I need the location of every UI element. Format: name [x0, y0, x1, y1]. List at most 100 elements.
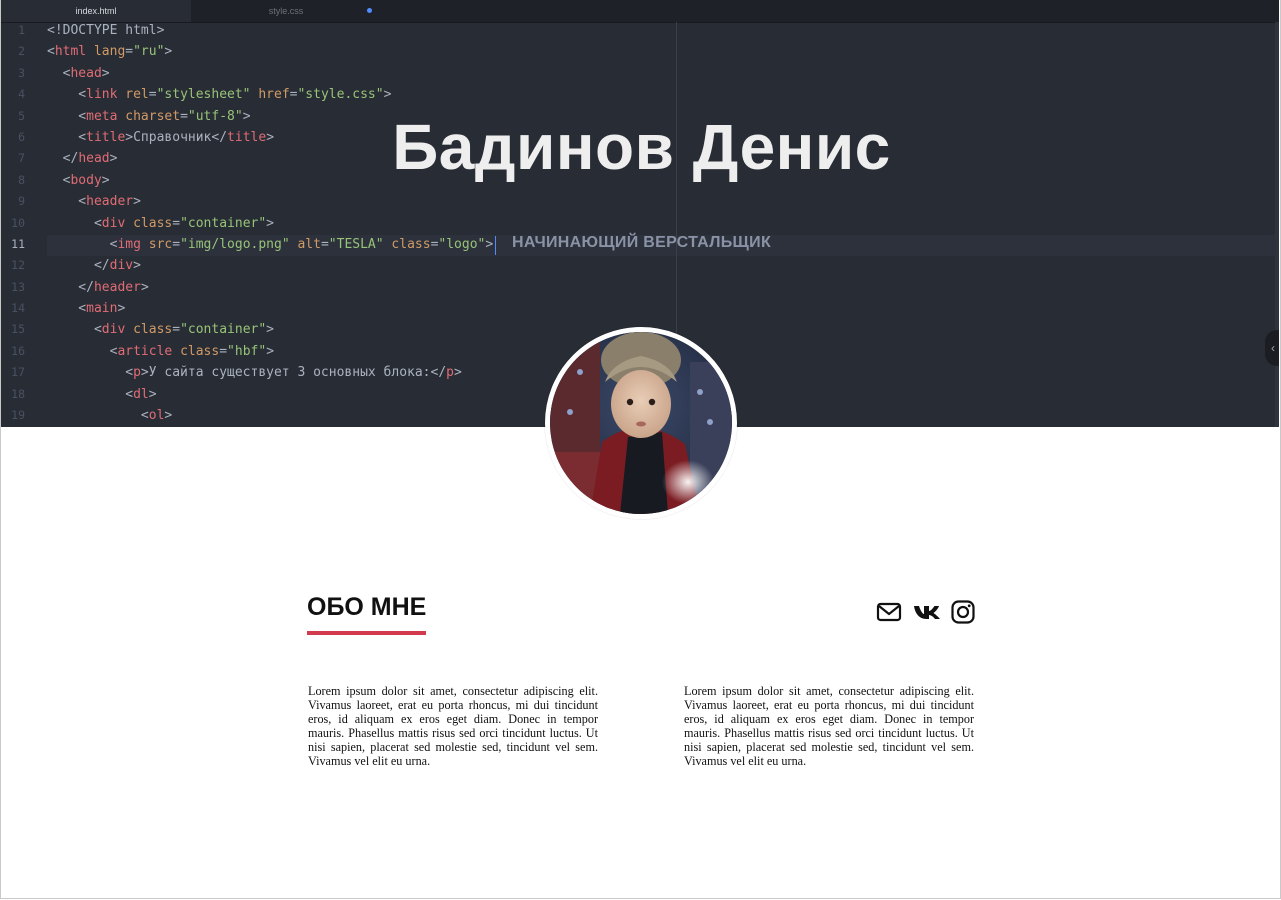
- line-number: 14: [11, 301, 25, 316]
- code-token: class: [133, 215, 173, 231]
- code-token: "container": [180, 322, 267, 338]
- code-token: У сайта существует 3 основных блока:: [148, 365, 431, 381]
- code-token: dl: [133, 386, 149, 402]
- line-number: 4: [18, 87, 25, 102]
- code-token: <: [47, 301, 87, 317]
- code-token: </: [47, 279, 94, 295]
- code-text: <html lang="ru">: [47, 41, 172, 62]
- code-token: >: [133, 194, 141, 210]
- child-photo-avatar: [550, 332, 732, 514]
- about-title: ОБО МНЕ: [307, 591, 427, 635]
- code-token: </: [47, 258, 110, 274]
- code-token: "container": [180, 215, 267, 231]
- code-line[interactable]: 4 <link rel="stylesheet" href="style.css…: [1, 84, 1279, 105]
- code-token: link: [86, 87, 118, 103]
- line-number: 18: [11, 386, 25, 401]
- line-number: 9: [18, 194, 25, 209]
- about-text-left: Lorem ipsum dolor sit amet, consectetur …: [308, 684, 598, 768]
- code-token: rel: [125, 87, 149, 103]
- code-token: >: [383, 87, 392, 103]
- code-token: <!DOCTYPE html>: [47, 23, 165, 38]
- line-number: 3: [18, 65, 25, 80]
- line-number: 10: [11, 215, 25, 230]
- code-token: >: [454, 365, 462, 381]
- code-token: div: [109, 258, 134, 274]
- code-token: <: [47, 87, 87, 103]
- code-token: =: [219, 343, 228, 359]
- code-token: div: [101, 322, 126, 338]
- code-token: <: [47, 322, 102, 338]
- code-line[interactable]: 2 <html lang="ru">: [1, 41, 1279, 62]
- editor-scrollbar[interactable]: [1275, 22, 1279, 427]
- code-token: >: [140, 279, 149, 295]
- about-text-right: Lorem ipsum dolor sit amet, consectetur …: [684, 684, 974, 768]
- code-token: <: [47, 194, 87, 210]
- code-token: >: [140, 365, 149, 381]
- code-token: html: [54, 44, 87, 60]
- code-text: <header>: [47, 191, 141, 212]
- vk-icon[interactable]: [913, 599, 940, 625]
- line-number: 1: [18, 23, 25, 37]
- hero-subtitle: НАЧИНАЮЩИЙ ВЕРСТАЛЬЩИК: [511, 234, 772, 251]
- line-number: 12: [11, 258, 25, 273]
- code-line[interactable]: 13 </header>: [1, 277, 1279, 298]
- chevron-left-icon[interactable]: ‹: [1265, 330, 1279, 366]
- code-token: <: [47, 215, 102, 231]
- modified-dot-icon: [367, 8, 372, 13]
- code-token: <: [47, 343, 118, 359]
- code-token: =: [148, 87, 157, 103]
- tab-style-css[interactable]: style.css: [192, 0, 380, 22]
- code-token: "ru": [133, 44, 165, 60]
- code-token: >: [164, 44, 173, 60]
- tab-index-html[interactable]: index.html: [1, 0, 191, 22]
- code-text: <ol>: [47, 405, 172, 426]
- code-text: <head>: [47, 63, 110, 84]
- line-number: 15: [11, 322, 25, 337]
- code-token: ol: [148, 408, 165, 424]
- code-line[interactable]: 14 <main>: [1, 298, 1279, 319]
- code-text: <main>: [47, 298, 125, 319]
- instagram-icon[interactable]: [950, 599, 976, 625]
- code-text: <!DOCTYPE html>: [47, 20, 164, 41]
- code-line[interactable]: 12 </div>: [1, 255, 1279, 276]
- hero-name: Бадинов Денис: [392, 111, 891, 183]
- code-token: >: [101, 65, 110, 81]
- code-text: <article class="hbf">: [47, 341, 274, 362]
- code-text: <dl>: [47, 384, 157, 405]
- code-token: >: [148, 386, 157, 402]
- line-number: 13: [11, 279, 25, 294]
- tab-label: style.css: [268, 6, 304, 16]
- code-text: </div>: [47, 255, 141, 276]
- code-token: >: [266, 215, 274, 231]
- code-token: header: [86, 194, 134, 210]
- code-token: "hbf": [227, 343, 267, 359]
- code-token: <: [47, 365, 134, 381]
- code-token: "style.css": [297, 87, 384, 103]
- code-token: lang: [93, 44, 126, 60]
- mail-icon[interactable]: [876, 599, 902, 625]
- code-token: >: [117, 301, 126, 317]
- code-token: >: [133, 258, 141, 274]
- code-text: <link rel="stylesheet" href="style.css">: [47, 84, 391, 105]
- code-line[interactable]: 10 <div class="container">: [1, 213, 1279, 234]
- code-line[interactable]: 1 <!DOCTYPE html>: [1, 20, 1279, 41]
- code-token: header: [93, 279, 141, 295]
- line-number: 16: [11, 343, 25, 358]
- code-text: <p>У сайта существует 3 основных блока:<…: [47, 362, 462, 383]
- code-token: =: [172, 322, 181, 338]
- code-token: p: [446, 365, 454, 381]
- code-token: <: [47, 386, 134, 402]
- code-line[interactable]: 3 <head>: [1, 63, 1279, 84]
- avatar: [545, 327, 737, 519]
- line-number: 17: [11, 365, 25, 380]
- code-token: =: [172, 215, 181, 231]
- code-token: href: [258, 87, 290, 103]
- code-line[interactable]: 9 <header>: [1, 191, 1279, 212]
- code-token: main: [86, 301, 118, 317]
- code-text: <div class="container">: [47, 213, 274, 234]
- code-token: >: [266, 322, 274, 338]
- code-text: <div class="container">: [47, 319, 274, 340]
